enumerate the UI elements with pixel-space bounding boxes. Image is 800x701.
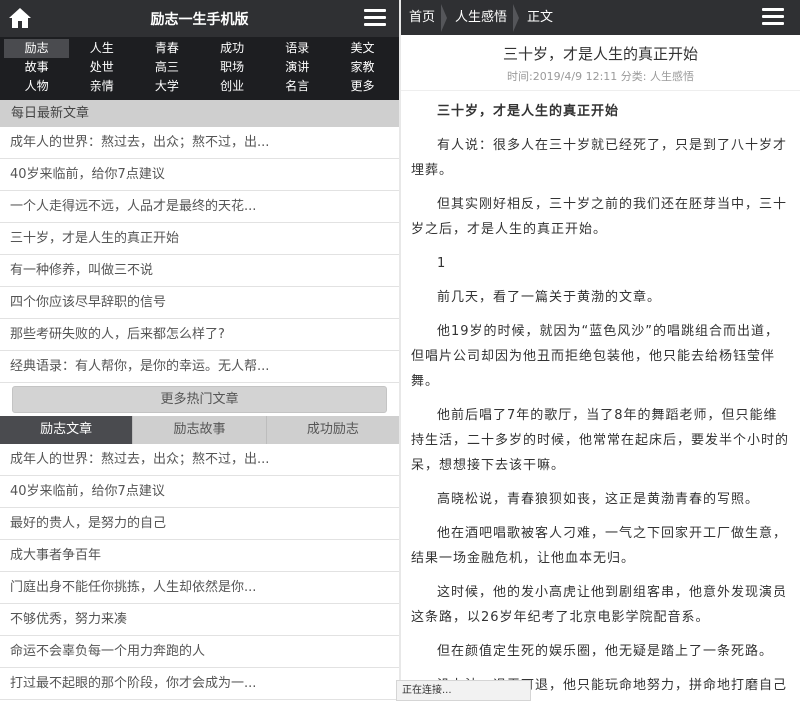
article-paragraph: 但其实刚好相反，三十岁之前的我们还在胚芽当中，三十岁之后，才是人生的真正开始。 (411, 197, 788, 237)
article-paragraph: 有人说：很多人在三十岁就已经死了，只是到了八十岁才埋葬。 (411, 138, 788, 178)
list-item[interactable]: 40岁来临前，给你7点建议 (0, 159, 399, 191)
category-item[interactable]: 成功 (200, 39, 265, 58)
category-item[interactable]: 更多 (330, 77, 395, 96)
left-header: 励志一生手机版 (0, 0, 399, 37)
category-item[interactable]: 创业 (200, 77, 265, 96)
category-row: 人物 亲情 大学 创业 名言 更多 (4, 77, 395, 96)
category-item[interactable]: 名言 (265, 77, 330, 96)
left-pane: 励志一生手机版 励志 人生 青春 成功 语录 美文 故事 处世 高三 职场 演讲… (0, 0, 399, 701)
list-item[interactable]: 有一种修养，叫做三不说 (0, 255, 399, 287)
list-item[interactable]: 成年人的世界：熬过去，出众；熬不过，出... (0, 444, 399, 476)
article-body: 三十岁，才是人生的真正开始 有人说：很多人在三十岁就已经死了，只是到了八十岁才埋… (401, 91, 800, 701)
latest-articles-heading: 每日最新文章 (0, 100, 399, 127)
list-item[interactable]: 成大事者争百年 (0, 540, 399, 572)
category-item[interactable]: 亲情 (69, 77, 134, 96)
article-paragraph: 他在酒吧唱歌被客人刁难，一气之下回家开工厂做生意，结果一场金融危机，让他血本无归… (411, 526, 788, 566)
article-header: 三十岁，才是人生的真正开始 时间:2019/4/9 12:11 分类: 人生感悟 (401, 35, 800, 91)
article-paragraph: 三十岁，才是人生的真正开始 (437, 104, 620, 119)
list-item[interactable]: 命运不会辜负每一个用力奔跑的人 (0, 636, 399, 668)
tab-success[interactable]: 成功励志 (266, 416, 399, 444)
status-bar: 正在连接... (396, 680, 531, 701)
article-title: 三十岁，才是人生的真正开始 (502, 45, 698, 63)
article-tabs: 励志文章 励志故事 成功励志 (0, 416, 399, 444)
category-item[interactable]: 家教 (330, 58, 395, 77)
list-item[interactable]: 经典语录：有人帮你，是你的幸运。无人帮... (0, 351, 399, 383)
article-paragraph: 他19岁的时候，就因为“蓝色风沙”的唱跳组合而出道，但唱片公司却因为他丑而拒绝包… (411, 324, 780, 389)
list-item[interactable]: 不够优秀，努力来凑 (0, 604, 399, 636)
list-item[interactable]: 一个人走得远不远，人品才是最终的天花... (0, 191, 399, 223)
category-row: 故事 处世 高三 职场 演讲 家教 (4, 58, 395, 77)
breadcrumb-home[interactable]: 首页 (401, 0, 448, 35)
category-item[interactable]: 故事 (4, 58, 69, 77)
category-item[interactable]: 青春 (134, 39, 199, 58)
category-row: 励志 人生 青春 成功 语录 美文 (4, 39, 395, 58)
article-paragraph: 这时候，他的发小高虎让他到剧组客串，他意外发现演员这条路，以26岁年纪考了北京电… (411, 585, 788, 625)
list-item[interactable]: 打过最不起眼的那个阶段，你才会成为一... (0, 668, 399, 700)
list-item[interactable]: 最好的贵人，是努力的自己 (0, 508, 399, 540)
category-item[interactable]: 励志 (4, 39, 70, 58)
category-item[interactable]: 人物 (4, 77, 69, 96)
menu-icon[interactable] (762, 8, 784, 26)
tab-lizhi-stories[interactable]: 励志故事 (133, 416, 267, 444)
category-item[interactable]: 大学 (134, 77, 199, 96)
category-item[interactable]: 高三 (134, 58, 199, 77)
article-paragraph: 高晓松说，青春狼狈如丧，这正是黄渤青春的写照。 (437, 492, 760, 507)
list-item[interactable]: 成年人的世界：熬过去，出众；熬不过，出... (0, 127, 399, 159)
category-item[interactable]: 语录 (265, 39, 330, 58)
category-item[interactable]: 职场 (200, 58, 265, 77)
home-icon[interactable] (8, 7, 32, 29)
tab-articles-list: 成年人的世界：熬过去，出众；熬不过，出... 40岁来临前，给你7点建议 最好的… (0, 444, 399, 700)
app-root: 励志一生手机版 励志 人生 青春 成功 语录 美文 故事 处世 高三 职场 演讲… (0, 0, 800, 701)
list-item[interactable]: 三十岁，才是人生的真正开始 (0, 223, 399, 255)
right-pane: 首页 人生感悟 正文 三十岁，才是人生的真正开始 时间:2019/4/9 12:… (401, 0, 800, 701)
list-item[interactable]: 40岁来临前，给你7点建议 (0, 476, 399, 508)
article-paragraph: 1 (437, 256, 447, 271)
list-item[interactable]: 门庭出身不能任你挑拣，人生却依然是你... (0, 572, 399, 604)
category-item[interactable]: 演讲 (265, 58, 330, 77)
latest-articles-list: 成年人的世界：熬过去，出众；熬不过，出... 40岁来临前，给你7点建议 一个人… (0, 127, 399, 383)
article-paragraph: 前几天，看了一篇关于黄渤的文章。 (437, 290, 662, 305)
list-item[interactable]: 那些考研失败的人，后来都怎么样了? (0, 319, 399, 351)
article-paragraph: 但在颜值定生死的娱乐圈，他无疑是踏上了一条死路。 (437, 644, 774, 659)
list-item[interactable]: 四个你应该尽早辞职的信号 (0, 287, 399, 319)
category-item[interactable]: 处世 (69, 58, 134, 77)
more-wrap: 更多热门文章 (0, 383, 399, 416)
article-paragraph: 他前后唱了7年的歌厅，当了8年的舞蹈老师，但只能维持生活，二十多岁的时候，他常常… (411, 408, 790, 473)
article-meta: 时间:2019/4/9 12:11 分类: 人生感悟 (506, 70, 694, 83)
breadcrumb-current: 正文 (527, 10, 554, 25)
menu-icon[interactable] (364, 9, 386, 27)
right-header: 首页 人生感悟 正文 (401, 0, 800, 35)
category-item[interactable]: 美文 (330, 39, 395, 58)
site-title: 励志一生手机版 (150, 11, 249, 28)
category-grid: 励志 人生 青春 成功 语录 美文 故事 处世 高三 职场 演讲 家教 人物 亲… (0, 37, 399, 100)
tab-lizhi-articles[interactable]: 励志文章 (0, 416, 134, 444)
more-hot-articles-button[interactable]: 更多热门文章 (12, 386, 387, 413)
breadcrumb-category[interactable]: 人生感悟 (447, 0, 520, 35)
category-item[interactable]: 人生 (69, 39, 134, 58)
